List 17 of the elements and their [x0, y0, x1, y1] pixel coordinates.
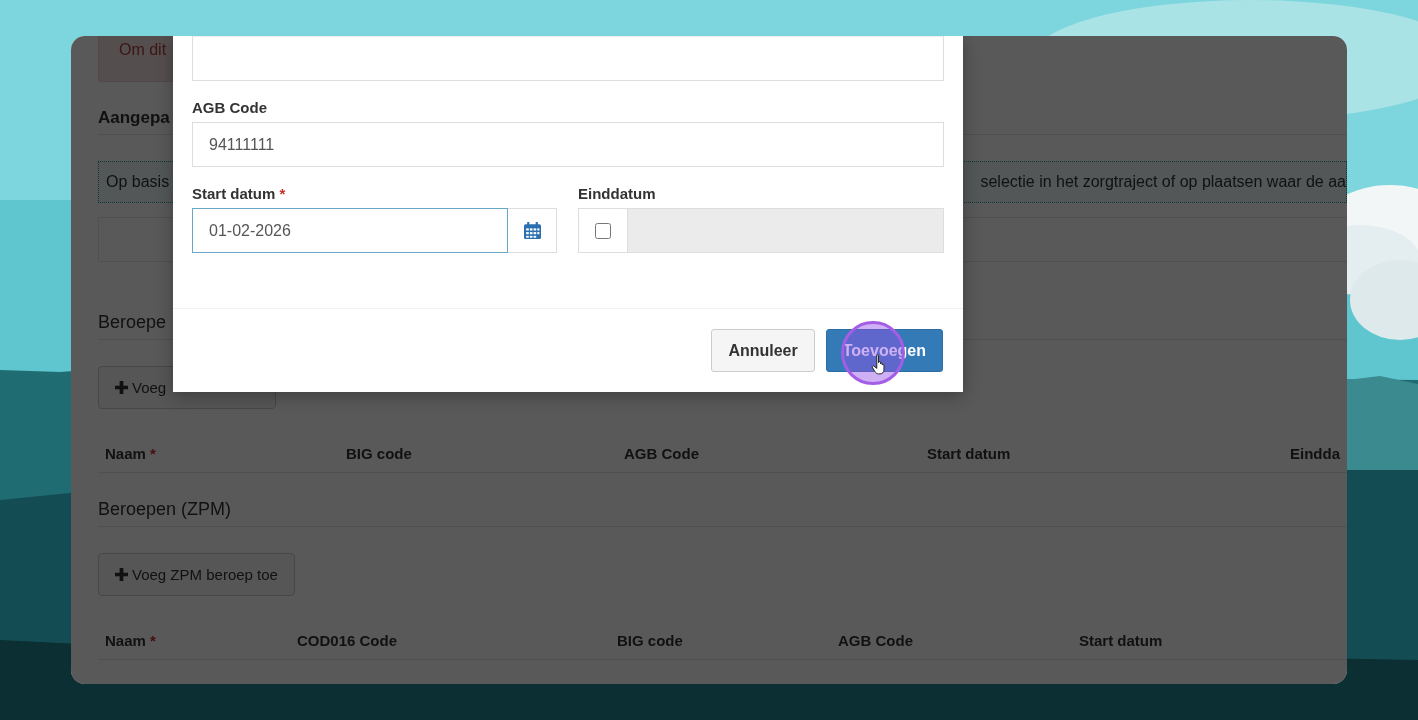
column-header: AGB Code: [624, 445, 700, 462]
column-header: Start datum: [1079, 632, 1164, 649]
column-header: AGB Code: [838, 632, 914, 649]
date-field[interactable]: 01-02-2026: [192, 208, 508, 253]
column-header: BIG code: [346, 445, 413, 462]
column-header: Eindda: [1290, 445, 1341, 462]
column-header: Naam *: [105, 632, 157, 649]
column-header: Naam *: [105, 445, 157, 462]
field-label: Einddatum: [578, 185, 657, 202]
column-header: Start datum: [927, 445, 1012, 462]
field-label: Start datum *: [192, 185, 287, 202]
notice-text: Op basis: [106, 173, 170, 191]
column-header: BIG code: [617, 632, 684, 649]
notice-text: selectie in het zorgtraject of op plaatsen waar de aa: [980, 173, 1346, 191]
cancel-button[interactable]: Annuleer: [711, 329, 815, 372]
input-field[interactable]: 94111111: [192, 122, 944, 167]
column-header: COD016 Code: [297, 632, 399, 649]
